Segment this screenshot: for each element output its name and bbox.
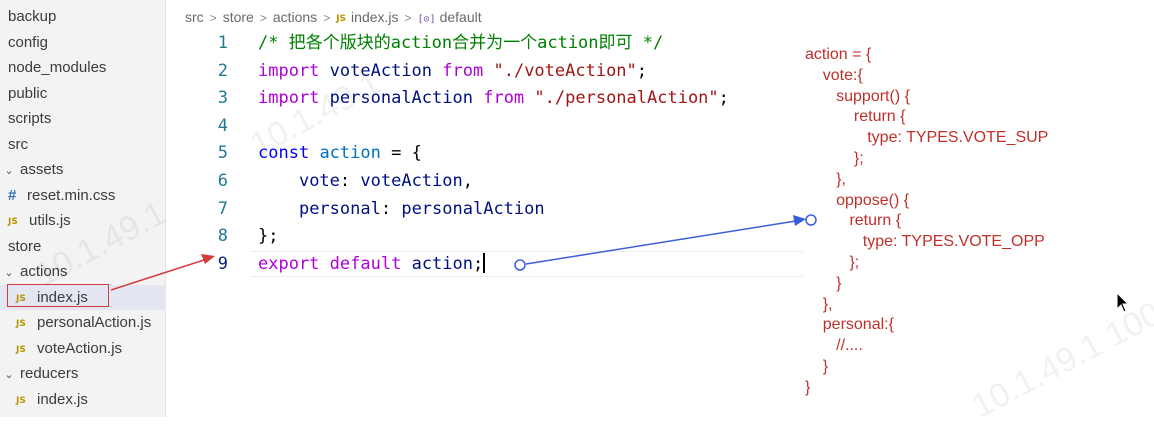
blue-arrow-head bbox=[793, 215, 806, 226]
red-arrow-line bbox=[110, 259, 205, 291]
arrow-end-handle bbox=[805, 214, 817, 226]
arrow-start-handle bbox=[514, 259, 526, 271]
annotation-arrows bbox=[110, 214, 817, 291]
red-arrow-head bbox=[201, 254, 215, 264]
mouse-cursor-icon bbox=[1116, 292, 1130, 313]
blue-arrow-line bbox=[525, 220, 797, 265]
